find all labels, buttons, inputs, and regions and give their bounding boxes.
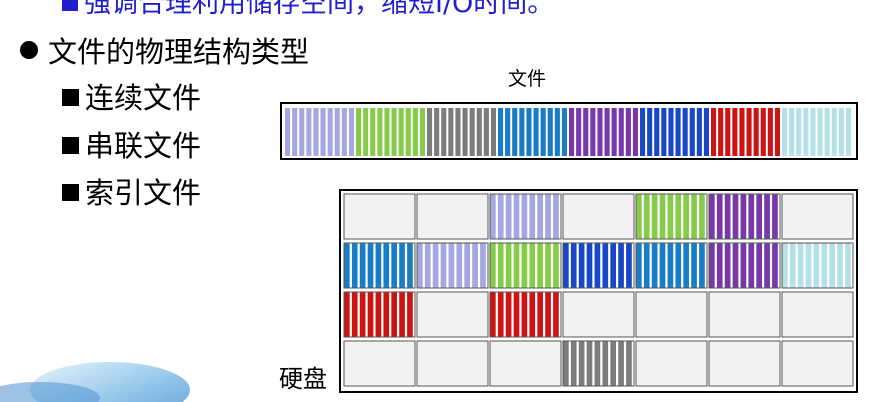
decorative-swoosh	[0, 362, 190, 402]
file-segment-blue	[640, 108, 711, 156]
disk-block-empty	[343, 340, 416, 387]
file-segment-green	[356, 108, 427, 156]
file-segment-teal_blue	[498, 108, 569, 156]
disk-block-green	[636, 194, 707, 239]
file-storage-diagram	[280, 102, 858, 393]
disk-block-empty	[489, 340, 562, 387]
disk-block-lavender	[417, 243, 488, 288]
file-segment-red	[711, 108, 782, 156]
disk-block-empty	[708, 291, 781, 338]
disk-block-empty	[708, 340, 781, 387]
file-segment-purple	[569, 108, 640, 156]
disk-block-empty	[635, 340, 708, 387]
file-segment-gray	[427, 108, 498, 156]
disk-block-purple	[709, 194, 780, 239]
disk-block-empty	[416, 291, 489, 338]
disk-block-light_cyan	[782, 243, 853, 288]
disk-block-red	[490, 292, 561, 337]
disk-block-empty	[343, 193, 416, 240]
disk-block-red	[344, 292, 415, 337]
disk-block-empty	[781, 340, 854, 387]
disk-block-empty	[416, 193, 489, 240]
disk-block-empty	[562, 193, 635, 240]
disk-block-purple	[709, 243, 780, 288]
disk-block-teal_blue	[636, 243, 707, 288]
disk-block-empty	[562, 291, 635, 338]
disk-block-green	[490, 243, 561, 288]
disk-block-empty	[781, 291, 854, 338]
file-segment-light_cyan	[782, 108, 853, 156]
disk-block-empty	[635, 291, 708, 338]
disk-block-empty	[416, 340, 489, 387]
file-segment-lavender	[285, 108, 356, 156]
disk-block-lavender	[490, 194, 561, 239]
disk-block-empty	[781, 193, 854, 240]
disk-block-teal_blue	[344, 243, 415, 288]
disk-block-gray	[563, 341, 634, 386]
disk-block-blue	[563, 243, 634, 288]
